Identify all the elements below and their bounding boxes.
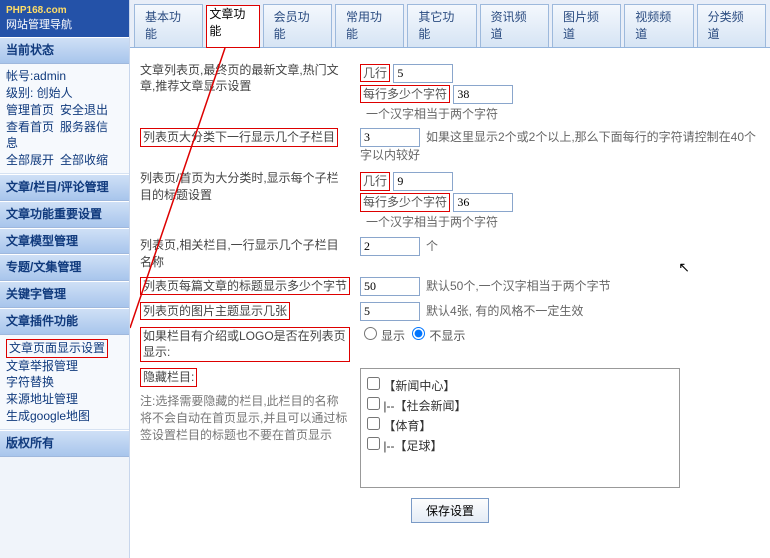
tab-news[interactable]: 资讯频道 xyxy=(480,4,549,47)
note-hide-cat: 注:选择需要隐藏的栏目,此栏目的名称将不会自动在首页显示,并且可以通过标签设置栏… xyxy=(140,393,350,443)
chk-social[interactable]: |--【社会新闻】 xyxy=(367,397,673,415)
group-article-settings[interactable]: 文章功能重要设置 xyxy=(0,201,129,228)
group-copyright: 版权所有 xyxy=(0,430,129,457)
lbl-chars-2: 每行多少个字符 xyxy=(360,193,450,212)
unit-4: 个 xyxy=(426,239,438,253)
link-google-sitemap[interactable]: 生成google地图 xyxy=(6,409,90,423)
group-model-mgmt[interactable]: 文章模型管理 xyxy=(0,228,129,255)
tab-member[interactable]: 会员功能 xyxy=(263,4,332,47)
lbl-hide-cat: 隐藏栏目: xyxy=(140,368,197,387)
hint-6: 默认4张, 有的风格不一定生效 xyxy=(426,304,583,318)
hint-3: 一个汉字相当于两个字符 xyxy=(366,214,760,231)
tab-video[interactable]: 视频频道 xyxy=(624,4,693,47)
row-hide-cat: 隐藏栏目: 注:选择需要隐藏的栏目,此栏目的名称将不会自动在首页显示,并且可以通… xyxy=(140,368,760,488)
tab-article[interactable]: 文章功能 xyxy=(206,5,259,48)
hide-cat-list: 【新闻中心】 |--【社会新闻】 【体育】 |--【足球】 xyxy=(360,368,680,488)
account-name: admin xyxy=(33,69,66,83)
group-topic-mgmt[interactable]: 专题/文集管理 xyxy=(0,254,129,281)
input-image-count[interactable] xyxy=(360,302,420,321)
status-header: 当前状态 xyxy=(0,37,129,64)
lbl-title-bytes: 列表页每篇文章的标题显示多少个字节 xyxy=(140,277,350,296)
logo-title: 网站管理导航 xyxy=(6,19,72,31)
account-block: 帐号:admin 级别: 创始人 管理首页安全退出 查看首页服务器信息 全部展开… xyxy=(0,64,129,174)
chk-sports[interactable]: 【体育】 xyxy=(367,417,673,435)
content: 文章列表页,最终页的最新文章,热门文章,推荐文章显示设置 几行 每行多少个字符 … xyxy=(130,48,770,558)
lbl-subcat-title: 列表页/首页为大分类时,显示每个子栏目的标题设置 xyxy=(140,170,350,204)
hint-1: 一个汉字相当于两个字符 xyxy=(366,106,760,123)
tab-common[interactable]: 常用功能 xyxy=(335,4,404,47)
chk-football[interactable]: |--【足球】 xyxy=(367,437,673,455)
lbl-logo-show: 如果栏目有介绍或LOGO是否在列表页显示: xyxy=(140,327,350,363)
input-related[interactable] xyxy=(360,237,420,256)
lbl-rows: 几行 xyxy=(360,64,390,83)
tab-bar: 基本功能 文章功能 会员功能 常用功能 其它功能 资讯频道 图片频道 视频频道 … xyxy=(130,0,770,48)
lbl-image-count: 列表页的图片主题显示几张 xyxy=(140,302,290,321)
tab-basic[interactable]: 基本功能 xyxy=(134,4,203,47)
radio-show[interactable]: 显示 xyxy=(360,329,405,343)
chk-news[interactable]: 【新闻中心】 xyxy=(367,377,673,395)
tab-other[interactable]: 其它功能 xyxy=(407,4,476,47)
account-label: 帐号: xyxy=(6,69,33,83)
link-page-display[interactable]: 文章页面显示设置 xyxy=(6,339,108,358)
main: 基本功能 文章功能 会员功能 常用功能 其它功能 资讯频道 图片频道 视频频道 … xyxy=(130,0,770,558)
link-source-mgmt[interactable]: 来源地址管理 xyxy=(6,392,78,406)
row-related-cat: 列表页,相关栏目,一行显示几个子栏目名称 个 xyxy=(140,237,760,271)
lbl-list-display: 文章列表页,最终页的最新文章,热门文章,推荐文章显示设置 xyxy=(140,62,350,96)
lbl-rows-2: 几行 xyxy=(360,172,390,191)
input-rows-1[interactable] xyxy=(393,64,453,83)
link-admin-home[interactable]: 管理首页 xyxy=(6,103,54,117)
input-subcat[interactable] xyxy=(360,128,420,147)
link-expand-all[interactable]: 全部展开 xyxy=(6,153,54,167)
lbl-related: 列表页,相关栏目,一行显示几个子栏目名称 xyxy=(140,237,350,271)
tab-image[interactable]: 图片频道 xyxy=(552,4,621,47)
row-list-display: 文章列表页,最终页的最新文章,热门文章,推荐文章显示设置 几行 每行多少个字符 … xyxy=(140,62,760,123)
group-keyword-mgmt[interactable]: 关键字管理 xyxy=(0,281,129,308)
cursor-icon: ↖ xyxy=(678,258,690,278)
radio-hide[interactable]: 不显示 xyxy=(408,329,465,343)
account-level: 级别: 创始人 xyxy=(6,85,123,102)
plugin-items: 文章页面显示设置 文章举报管理 字符替换 来源地址管理 生成google地图 xyxy=(0,335,129,430)
input-chars-2[interactable] xyxy=(453,193,513,212)
row-title-bytes: 列表页每篇文章的标题显示多少个字节 默认50个,一个汉字相当于两个字节 xyxy=(140,277,760,296)
save-button[interactable]: 保存设置 xyxy=(411,498,489,523)
link-char-replace[interactable]: 字符替换 xyxy=(6,375,54,389)
logo-subtitle: PHP168.com xyxy=(6,4,123,18)
input-chars-1[interactable] xyxy=(453,85,513,104)
row-subcat-per-line: 列表页大分类下一行显示几个子栏目 如果这里显示2个或2个以上,那么下面每行的字符… xyxy=(140,128,760,164)
link-view-home[interactable]: 查看首页 xyxy=(6,120,54,134)
row-subcat-title: 列表页/首页为大分类时,显示每个子栏目的标题设置 几行 每行多少个字符 一个汉字… xyxy=(140,170,760,231)
row-logo-show: 如果栏目有介绍或LOGO是否在列表页显示: 显示 不显示 xyxy=(140,327,760,363)
group-plugin[interactable]: 文章插件功能 xyxy=(0,308,129,335)
input-title-bytes[interactable] xyxy=(360,277,420,296)
hint-5: 默认50个,一个汉字相当于两个字节 xyxy=(426,279,611,293)
link-collapse-all[interactable]: 全部收缩 xyxy=(60,153,108,167)
logo: PHP168.com 网站管理导航 xyxy=(0,0,129,37)
tab-category[interactable]: 分类频道 xyxy=(697,4,766,47)
row-image-count: 列表页的图片主题显示几张 默认4张, 有的风格不一定生效 xyxy=(140,302,760,321)
lbl-chars: 每行多少个字符 xyxy=(360,85,450,104)
input-rows-2[interactable] xyxy=(393,172,453,191)
group-article-mgmt[interactable]: 文章/栏目/评论管理 xyxy=(0,174,129,201)
lbl-subcat: 列表页大分类下一行显示几个子栏目 xyxy=(140,128,338,147)
link-logout[interactable]: 安全退出 xyxy=(60,103,108,117)
sidebar: PHP168.com 网站管理导航 当前状态 帐号:admin 级别: 创始人 … xyxy=(0,0,130,558)
link-report-mgmt[interactable]: 文章举报管理 xyxy=(6,359,78,373)
